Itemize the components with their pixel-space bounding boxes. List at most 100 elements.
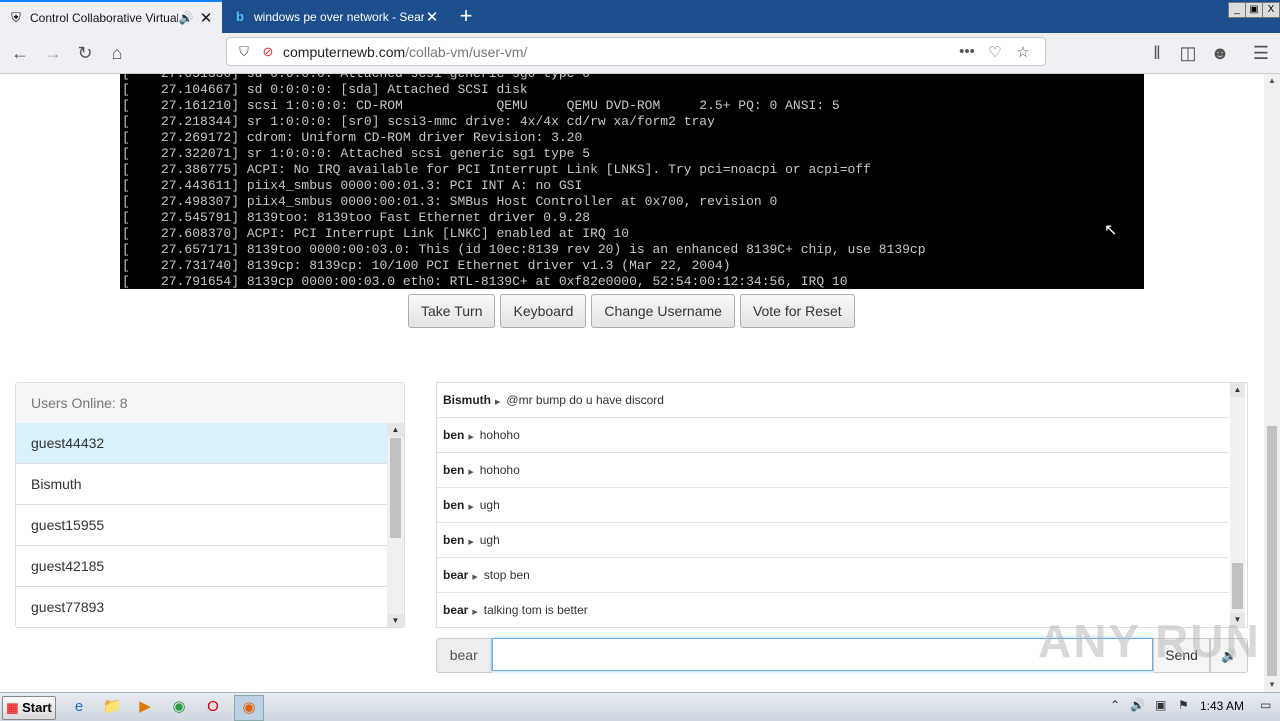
take-turn-button[interactable]: Take Turn: [408, 294, 496, 328]
volume-icon[interactable]: 🔊: [1130, 698, 1145, 712]
windows-logo-icon: ▦: [6, 700, 19, 715]
account-icon[interactable]: ☻: [1208, 41, 1232, 65]
chat-text: stop ben: [483, 568, 530, 582]
user-list-item[interactable]: guest15955: [16, 505, 388, 546]
chat-text: talking tom is better: [483, 603, 588, 617]
keyboard-button[interactable]: Keyboard: [500, 294, 587, 328]
chat-text: @mr bump do u have discord: [506, 393, 664, 407]
user-list-item[interactable]: Bismuth: [16, 464, 388, 505]
chevron-right-icon: ▶: [472, 574, 478, 581]
terminal-line: [ 27.545791] 8139too: 8139too Fast Ether…: [122, 210, 591, 225]
address-bar[interactable]: ⛉ ⊘ computernewb.com/collab-vm/user-vm/ …: [226, 37, 1046, 66]
chat-username[interactable]: bear: [443, 603, 468, 617]
chevron-right-icon: ▶: [468, 539, 474, 546]
chat-username[interactable]: ben: [443, 498, 464, 512]
user-list: guest44432 Bismuth guest15955 guest42185…: [16, 423, 388, 627]
terminal-line: [ 27.791654] 8139cp 0000:00:03.0 eth0: R…: [122, 274, 848, 289]
start-button[interactable]: ▦ Start: [2, 696, 56, 720]
tab-search[interactable]: b windows pe over network - Search ✕: [224, 0, 448, 33]
tab-collab-vm[interactable]: ⛨ Control Collaborative Virtual M 🔊 ✕: [0, 0, 222, 33]
speaker-icon[interactable]: 🔊: [178, 11, 194, 25]
media-player-icon[interactable]: ▶: [134, 697, 156, 717]
page-actions-icon[interactable]: •••: [953, 43, 981, 60]
close-tab-icon[interactable]: ✕: [424, 8, 440, 26]
browser-tab-strip: ⛨ Control Collaborative Virtual M 🔊 ✕ b …: [0, 0, 1280, 33]
scroll-up-icon[interactable]: ▲: [387, 423, 404, 437]
vote-reset-button[interactable]: Vote for Reset: [739, 294, 855, 328]
opera-icon[interactable]: O: [202, 697, 224, 717]
scroll-thumb[interactable]: [1267, 426, 1277, 676]
flag-icon[interactable]: ⚑: [1178, 698, 1189, 712]
chat-username[interactable]: ben: [443, 533, 464, 547]
chevron-right-icon: ▶: [472, 609, 478, 616]
pocket-icon[interactable]: ♡: [981, 43, 1009, 61]
chat-panel: Bismuth ▶ @mr bump do u have discord ben ▶ h…: [436, 382, 1248, 628]
menu-icon[interactable]: ☰: [1249, 41, 1273, 65]
folder-icon[interactable]: 📁: [101, 697, 123, 717]
terminal-line: [ 27.269172] cdrom: Uniform CD-ROM drive…: [122, 130, 583, 145]
chat-text: ugh: [479, 498, 500, 512]
chat-username[interactable]: ben: [443, 463, 464, 477]
chat-message: ben ▶ ugh: [437, 488, 1229, 523]
vm-screen[interactable]: [ 27.051330] sd 0:0:0:0: Attached scsi g…: [120, 74, 1144, 289]
chat-messages: Bismuth ▶ @mr bump do u have discord ben ▶ h…: [437, 383, 1229, 627]
page-scrollbar[interactable]: ▲ ▼: [1264, 74, 1280, 692]
terminal-line: [ 27.104667] sd 0:0:0:0: [sda] Attached …: [122, 82, 528, 97]
network-icon[interactable]: ▣: [1155, 698, 1166, 712]
scroll-thumb[interactable]: [390, 438, 401, 538]
chat-username[interactable]: Bismuth: [443, 393, 491, 407]
forward-arrow-icon[interactable]: →: [41, 41, 65, 65]
library-icon[interactable]: ‖: [1145, 41, 1169, 65]
users-scrollbar[interactable]: ▲ ▼: [387, 423, 404, 627]
firefox-icon: ◉: [242, 699, 256, 716]
maximize-button[interactable]: ▣: [1245, 2, 1263, 18]
scroll-up-icon[interactable]: ▲: [1264, 74, 1280, 88]
firefox-taskbar-button[interactable]: ◉: [234, 695, 264, 721]
terminal-line: [ 27.218344] sr 1:0:0:0: [sr0] scsi3-mmc…: [122, 114, 715, 129]
home-icon[interactable]: ⌂: [105, 41, 129, 65]
ie-icon[interactable]: e: [68, 697, 90, 717]
close-tab-icon[interactable]: ✕: [198, 9, 214, 27]
terminal-line: [ 27.443611] piix4_smbus 0000:00:01.3: P…: [122, 178, 583, 193]
scroll-thumb[interactable]: [1232, 563, 1243, 609]
scroll-down-icon[interactable]: ▼: [387, 614, 404, 627]
users-online-count: Users Online: 8: [16, 383, 404, 424]
sidebar-icon[interactable]: ◫: [1176, 41, 1200, 65]
show-desktop-icon[interactable]: ▭: [1260, 698, 1271, 712]
chat-username-label: bear: [436, 638, 492, 673]
chat-username[interactable]: bear: [443, 568, 468, 582]
user-list-item[interactable]: guest42185: [16, 546, 388, 587]
vm-controls: Take Turn Keyboard Change Username Vote …: [408, 294, 855, 328]
chat-text: hohoho: [479, 428, 520, 442]
user-list-item[interactable]: guest44432: [16, 423, 388, 464]
reload-icon[interactable]: ↻: [73, 41, 97, 65]
user-list-item[interactable]: guest77893: [16, 587, 388, 627]
scroll-down-icon[interactable]: ▼: [1264, 678, 1280, 692]
system-clock[interactable]: 1:43 AM: [1200, 699, 1244, 713]
chat-scrollbar[interactable]: ▲ ▼: [1230, 383, 1245, 627]
chat-message: ben ▶ hohoho: [437, 453, 1229, 488]
shield-icon[interactable]: ⛉: [235, 44, 253, 60]
close-window-button[interactable]: X: [1262, 2, 1280, 18]
minimize-button[interactable]: _: [1228, 2, 1246, 18]
start-label: Start: [22, 700, 52, 715]
url-path: /collab-vm/user-vm/: [405, 43, 528, 60]
chrome-icon[interactable]: ◉: [168, 697, 190, 717]
chevron-right-icon: ▶: [495, 399, 501, 406]
change-username-button[interactable]: Change Username: [591, 294, 735, 328]
terminal-output: [ 27.051330] sd 0:0:0:0: Attached scsi g…: [120, 74, 1144, 289]
watermark: ANY RUN: [1038, 615, 1261, 667]
terminal-line: [ 27.386775] ACPI: No IRQ available for …: [122, 162, 871, 177]
page-content: [ 27.051330] sd 0:0:0:0: Attached scsi g…: [0, 74, 1264, 692]
chat-username[interactable]: ben: [443, 428, 464, 442]
insecure-lock-icon[interactable]: ⊘: [259, 44, 277, 60]
scroll-up-icon[interactable]: ▲: [1230, 383, 1245, 397]
tab-title: Control Collaborative Virtual M: [30, 10, 178, 25]
terminal-line: [ 27.498307] piix4_smbus 0000:00:01.3: S…: [122, 194, 778, 209]
terminal-line: [ 27.608370] ACPI: PCI Interrupt Link [L…: [122, 226, 630, 241]
tray-expand-icon[interactable]: ⌃: [1110, 698, 1120, 712]
bookmark-star-icon[interactable]: ☆: [1009, 43, 1037, 61]
back-arrow-icon[interactable]: ←: [8, 41, 32, 65]
new-tab-button[interactable]: +: [454, 4, 478, 28]
url-text[interactable]: computernewb.com/collab-vm/user-vm/: [283, 44, 953, 60]
